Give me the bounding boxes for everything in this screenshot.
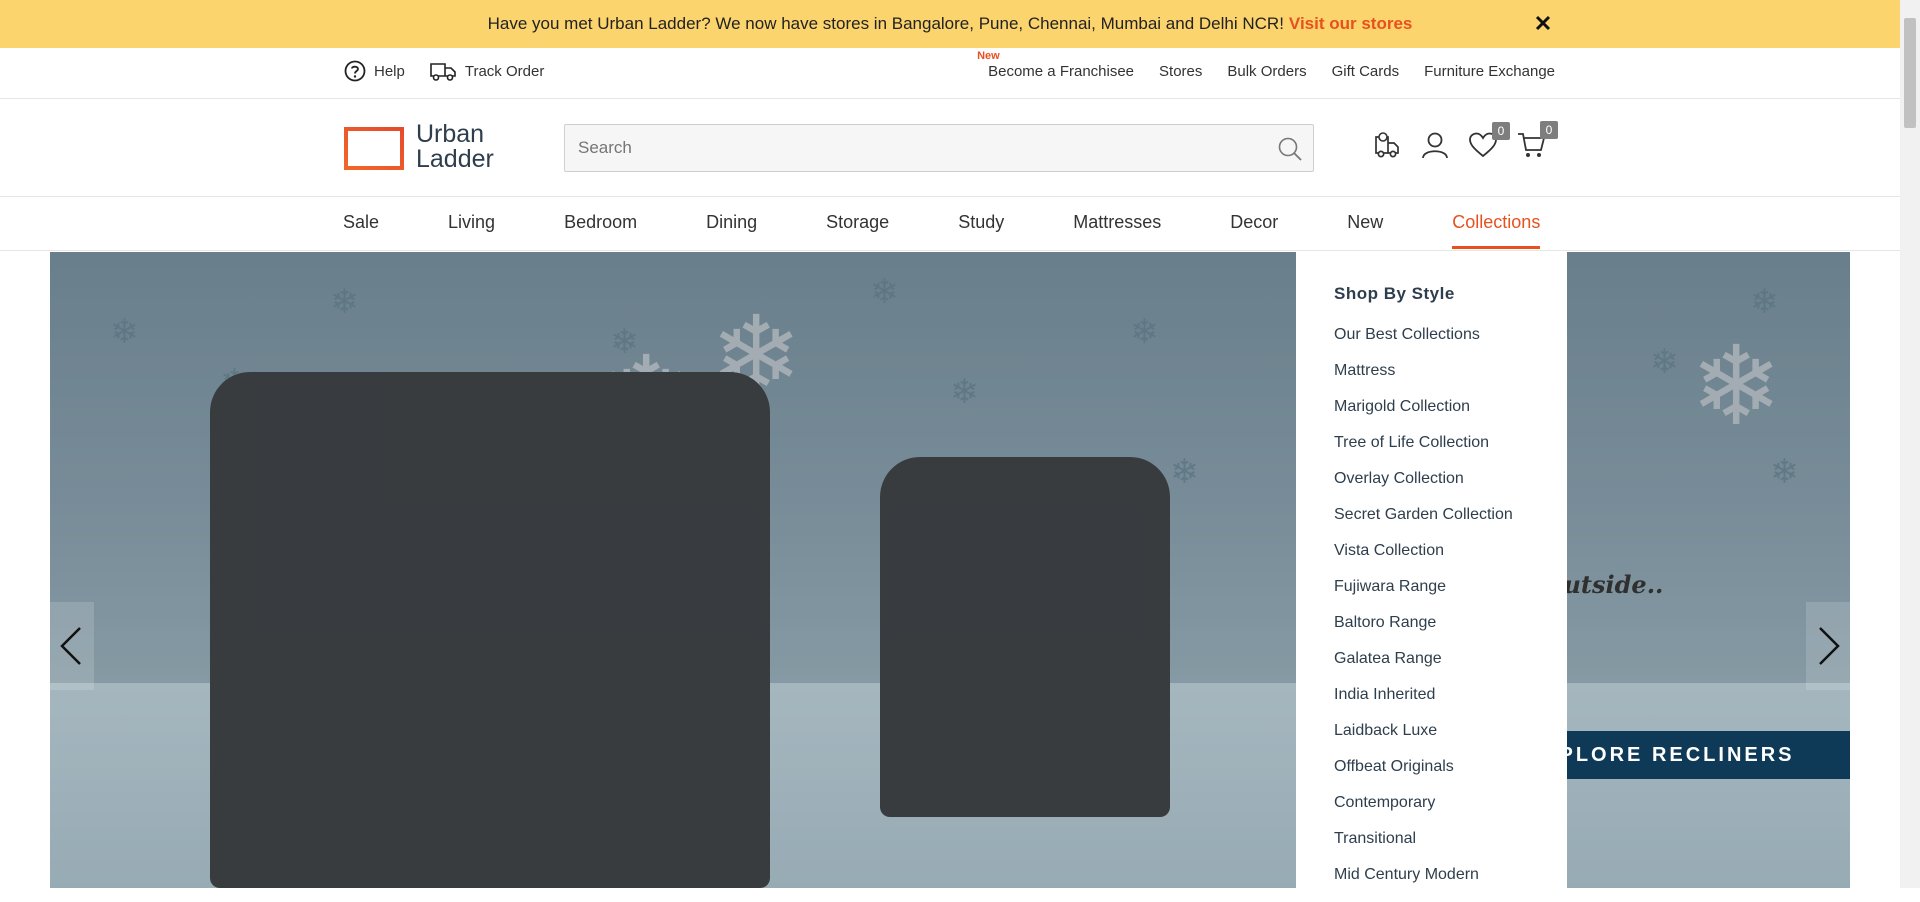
dropdown-item[interactable]: Mid Century Modern — [1334, 866, 1567, 902]
close-icon[interactable] — [1531, 11, 1555, 35]
nav-item-living[interactable]: Living — [448, 212, 495, 233]
dropdown-item[interactable]: Galatea Range — [1334, 650, 1567, 686]
dropdown-item[interactable]: Contemporary — [1334, 794, 1567, 830]
carousel-prev-button[interactable] — [50, 602, 94, 690]
cart-icon[interactable]: 0 — [1516, 121, 1558, 165]
nav-item-storage[interactable]: Storage — [826, 212, 889, 233]
dropdown-item[interactable]: Transitional — [1334, 830, 1567, 866]
new-badge: New — [977, 50, 1000, 62]
track-order-label: Track Order — [464, 62, 545, 80]
wishlist-count-badge: 0 — [1492, 122, 1510, 140]
nav-item-bedroom[interactable]: Bedroom — [564, 212, 637, 233]
dropdown-item[interactable]: Overlay Collection — [1334, 470, 1567, 506]
furniture-exchange-link[interactable]: Furniture Exchange — [1424, 63, 1555, 80]
nav-item-dining[interactable]: Dining — [706, 212, 757, 233]
dropdown-item[interactable]: Offbeat Originals — [1334, 758, 1567, 794]
nav-item-decor[interactable]: Decor — [1230, 212, 1278, 233]
search-box — [564, 124, 1314, 172]
dropdown-item[interactable]: India Inherited — [1334, 686, 1567, 722]
gift-cards-link[interactable]: Gift Cards — [1332, 63, 1400, 80]
help-label: Help — [374, 62, 405, 80]
truck-icon — [430, 63, 456, 81]
promo-message: Have you met Urban Ladder? We now have s… — [487, 14, 1284, 33]
dropdown-item[interactable]: Marigold Collection — [1334, 398, 1567, 434]
logo-mark-icon — [344, 125, 404, 170]
dropdown-item[interactable]: Our Best Collections — [1334, 326, 1567, 362]
carousel-next-button[interactable] — [1806, 602, 1850, 690]
dropdown-item[interactable]: Laidback Luxe — [1334, 722, 1567, 758]
scrollbar-thumb[interactable] — [1904, 18, 1916, 128]
nav-item-new[interactable]: New — [1347, 212, 1383, 233]
dropdown-item[interactable]: Baltoro Range — [1334, 614, 1567, 650]
visit-stores-link[interactable]: Visit our stores — [1289, 14, 1412, 34]
dropdown-item[interactable]: Secret Garden Collection — [1334, 506, 1567, 542]
wishlist-heart-icon[interactable]: 0 — [1468, 122, 1510, 164]
main-header: Urban Ladder 0 0 — [0, 99, 1900, 197]
chevron-left-icon — [60, 627, 81, 665]
nav-item-mattresses[interactable]: Mattresses — [1073, 212, 1161, 233]
promo-banner: Have you met Urban Ladder? We now have s… — [0, 0, 1900, 48]
utility-bar: Help Track Order New Become a Franchisee … — [0, 48, 1900, 99]
logo-text-line2: Ladder — [416, 145, 494, 173]
category-nav: Sale Living Bedroom Dining Storage Study… — [0, 197, 1900, 251]
become-franchisee-link[interactable]: New Become a Franchisee — [977, 50, 1135, 80]
hero-carousel[interactable]: ❄ ❄ ❄ ❄ ❄ ❄ ❄ ❄ ❄ ❄ ❄ ❄ ❄ ❄ ❄ l outside.… — [50, 252, 1850, 888]
dropdown-item[interactable]: Fujiwara Range — [1334, 578, 1567, 614]
track-order-link[interactable]: Track Order — [429, 60, 544, 82]
dropdown-item[interactable]: Tree of Life Collection — [1334, 434, 1567, 470]
dropdown-item[interactable]: Mattress — [1334, 362, 1567, 398]
dropdown-item[interactable]: Vista Collection — [1334, 542, 1567, 578]
track-order-header-icon[interactable] — [1370, 129, 1402, 166]
collections-dropdown: Shop By Style Our Best Collections Mattr… — [1296, 252, 1567, 888]
urban-ladder-logo[interactable]: Urban Ladder — [344, 122, 494, 172]
chevron-right-icon — [1819, 627, 1840, 665]
search-icon[interactable] — [1277, 136, 1303, 167]
user-account-icon[interactable] — [1420, 130, 1450, 165]
cart-count-badge: 0 — [1540, 121, 1558, 139]
become-franchisee-label: Become a Franchisee — [988, 63, 1135, 80]
search-input[interactable] — [565, 125, 1313, 171]
nav-item-study[interactable]: Study — [958, 212, 1004, 233]
nav-item-sale[interactable]: Sale — [343, 212, 379, 233]
dropdown-title: Shop By Style — [1334, 284, 1455, 303]
help-link[interactable]: Help — [344, 60, 405, 82]
bulk-orders-link[interactable]: Bulk Orders — [1227, 63, 1306, 80]
nav-item-collections[interactable]: Collections — [1452, 212, 1541, 249]
help-icon — [344, 60, 366, 82]
logo-text-line1: Urban — [416, 120, 485, 148]
stores-link[interactable]: Stores — [1159, 63, 1202, 80]
page-scrollbar[interactable] — [1900, 0, 1920, 888]
